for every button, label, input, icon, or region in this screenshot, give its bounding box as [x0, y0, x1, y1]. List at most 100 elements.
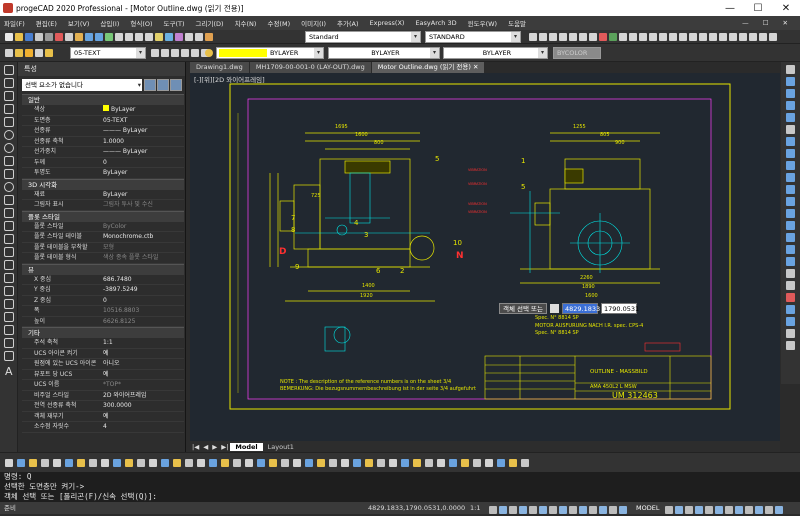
- baseline-dim-icon[interactable]: [113, 459, 121, 467]
- measure-icon[interactable]: [749, 33, 757, 41]
- menu-express[interactable]: Express(X): [370, 19, 405, 27]
- arc-length-dim-icon[interactable]: [29, 459, 37, 467]
- join-icon[interactable]: [786, 221, 795, 230]
- viewport-icon[interactable]: [665, 506, 673, 514]
- zoom-window-icon[interactable]: [135, 33, 143, 41]
- pan-icon[interactable]: [115, 33, 123, 41]
- undo-icon[interactable]: [85, 33, 93, 41]
- menu-window[interactable]: 윈도우(W): [468, 18, 497, 28]
- measure-object-icon[interactable]: [786, 317, 795, 326]
- annotation-icon[interactable]: [705, 506, 713, 514]
- table-tool-icon[interactable]: [4, 286, 14, 296]
- edit-spline-icon[interactable]: [786, 281, 795, 290]
- text-icon[interactable]: [649, 33, 657, 41]
- zoom-realtime-icon[interactable]: [125, 33, 133, 41]
- grid-icon[interactable]: [539, 33, 547, 41]
- prop-row[interactable]: 플롯 테이블 형식 색상 종속 플롯 스타일: [22, 253, 184, 264]
- print-preview-icon[interactable]: [45, 33, 53, 41]
- edit-polyline-icon[interactable]: [786, 269, 795, 278]
- layer-lock-icon[interactable]: [35, 49, 43, 57]
- new-file-icon[interactable]: [5, 33, 13, 41]
- arc-length-dim-icon[interactable]: [461, 459, 469, 467]
- prop-row[interactable]: X 중심 686.7480: [22, 275, 184, 285]
- tab-model[interactable]: Model: [230, 442, 263, 451]
- snap-icon[interactable]: [489, 506, 497, 514]
- layer-color-icon[interactable]: [45, 49, 53, 57]
- prop-row[interactable]: 플롯 스타일 ByColor: [22, 222, 184, 232]
- menu-tools[interactable]: 도구(T): [164, 18, 185, 28]
- continue-dim-icon[interactable]: [125, 459, 133, 467]
- region-icon[interactable]: [699, 33, 707, 41]
- section-misc[interactable]: 기타: [22, 327, 184, 338]
- color-wheel-icon[interactable]: [205, 49, 213, 57]
- rotate-icon[interactable]: [786, 137, 795, 146]
- settings-icon[interactable]: [775, 506, 783, 514]
- quick-dim-icon[interactable]: [101, 459, 109, 467]
- diameter-dim-icon[interactable]: [293, 459, 301, 467]
- center-mark-icon[interactable]: [161, 459, 169, 467]
- prop-row[interactable]: UCS 이름 *TOP*: [22, 380, 184, 391]
- tab-motor-outline[interactable]: Motor Outline.dwg (읽기 전용) ✕: [371, 62, 485, 73]
- table-icon[interactable]: [669, 33, 677, 41]
- clean-screen-icon[interactable]: [755, 506, 763, 514]
- next-layout-icon[interactable]: ▶: [212, 443, 217, 451]
- dim-update-icon[interactable]: [197, 459, 205, 467]
- ordinate-dim-icon[interactable]: [473, 459, 481, 467]
- selection-select[interactable]: 선택 요소가 없습니다 ▾: [22, 79, 142, 91]
- menu-extra[interactable]: 추가(A): [337, 18, 358, 28]
- layer-states-icon[interactable]: [5, 49, 13, 57]
- prop-row[interactable]: 색상 ByLayer: [22, 105, 184, 116]
- dim-style-icon[interactable]: [425, 459, 433, 467]
- jogged-dim-icon[interactable]: [497, 459, 505, 467]
- offset-icon[interactable]: [786, 101, 795, 110]
- zoom-all-icon[interactable]: [629, 33, 637, 41]
- dim-update-icon[interactable]: [413, 459, 421, 467]
- layer-select[interactable]: 05-TEXT ▾: [70, 47, 146, 59]
- select-objects-icon[interactable]: [157, 79, 169, 91]
- region-tool-icon[interactable]: [4, 273, 14, 283]
- layer-off-icon[interactable]: [191, 49, 199, 57]
- command-prompt[interactable]: 객체 선택 또는 [폴리곤(F)/신속 선택(Q)]:: [4, 492, 800, 502]
- prop-row[interactable]: 재료 ByLayer: [22, 190, 184, 200]
- jogged-dim-icon[interactable]: [65, 459, 73, 467]
- copy-icon[interactable]: [65, 33, 73, 41]
- ellipse-icon[interactable]: [4, 182, 14, 192]
- linear-dim-icon[interactable]: [5, 459, 13, 467]
- copy-object-icon[interactable]: [786, 77, 795, 86]
- gradient-icon[interactable]: [689, 33, 697, 41]
- menu-insert[interactable]: 삽입(I): [100, 18, 119, 28]
- divide-icon[interactable]: [786, 305, 795, 314]
- quick-props-icon[interactable]: [579, 506, 587, 514]
- hatch-icon[interactable]: [679, 33, 687, 41]
- grid-icon[interactable]: [499, 506, 507, 514]
- prop-row[interactable]: 주석 축척 1:1: [22, 338, 184, 349]
- quick-select-icon[interactable]: [170, 79, 182, 91]
- cut-icon[interactable]: [55, 33, 63, 41]
- drawing-canvas[interactable]: VIBRATION VIBRATION VIBRATION VIBRATION …: [190, 73, 780, 441]
- prop-row[interactable]: 객체 재부기 예: [22, 412, 184, 422]
- angular-dim-icon[interactable]: [305, 459, 313, 467]
- layer-thaw-icon[interactable]: [25, 49, 33, 57]
- radius-dim-icon[interactable]: [53, 459, 61, 467]
- customize-icon[interactable]: [765, 506, 773, 514]
- menu-draw[interactable]: 그리기(D): [196, 18, 224, 28]
- prop-row[interactable]: 선종류 축척 1.0000: [22, 137, 184, 147]
- linear-dim-icon[interactable]: [437, 459, 445, 467]
- line-tool-icon[interactable]: [4, 65, 14, 75]
- prop-row[interactable]: 플롯 테이블을 부착할 모형: [22, 243, 184, 253]
- revision-cloud-icon[interactable]: [4, 156, 14, 166]
- prop-row[interactable]: 선종류 ——— ByLayer: [22, 126, 184, 137]
- leader-icon[interactable]: [353, 459, 361, 467]
- menu-format[interactable]: 형식(O): [130, 18, 152, 28]
- polar-icon[interactable]: [519, 506, 527, 514]
- first-layout-icon[interactable]: |◀: [192, 443, 199, 451]
- rectangle-icon[interactable]: [4, 117, 14, 127]
- menu-help[interactable]: 도움말: [508, 18, 526, 28]
- section-plot-style[interactable]: 플롯 스타일: [22, 210, 184, 222]
- hatch-tool-icon[interactable]: [4, 247, 14, 257]
- menu-file[interactable]: 파일(F): [4, 18, 25, 28]
- prop-row[interactable]: 플롯 스타일 테이블 Monochrome.ctb: [22, 232, 184, 243]
- quick-dim-icon[interactable]: [317, 459, 325, 467]
- diameter-dim-icon[interactable]: [509, 459, 517, 467]
- menu-image[interactable]: 이미지(I): [301, 18, 326, 28]
